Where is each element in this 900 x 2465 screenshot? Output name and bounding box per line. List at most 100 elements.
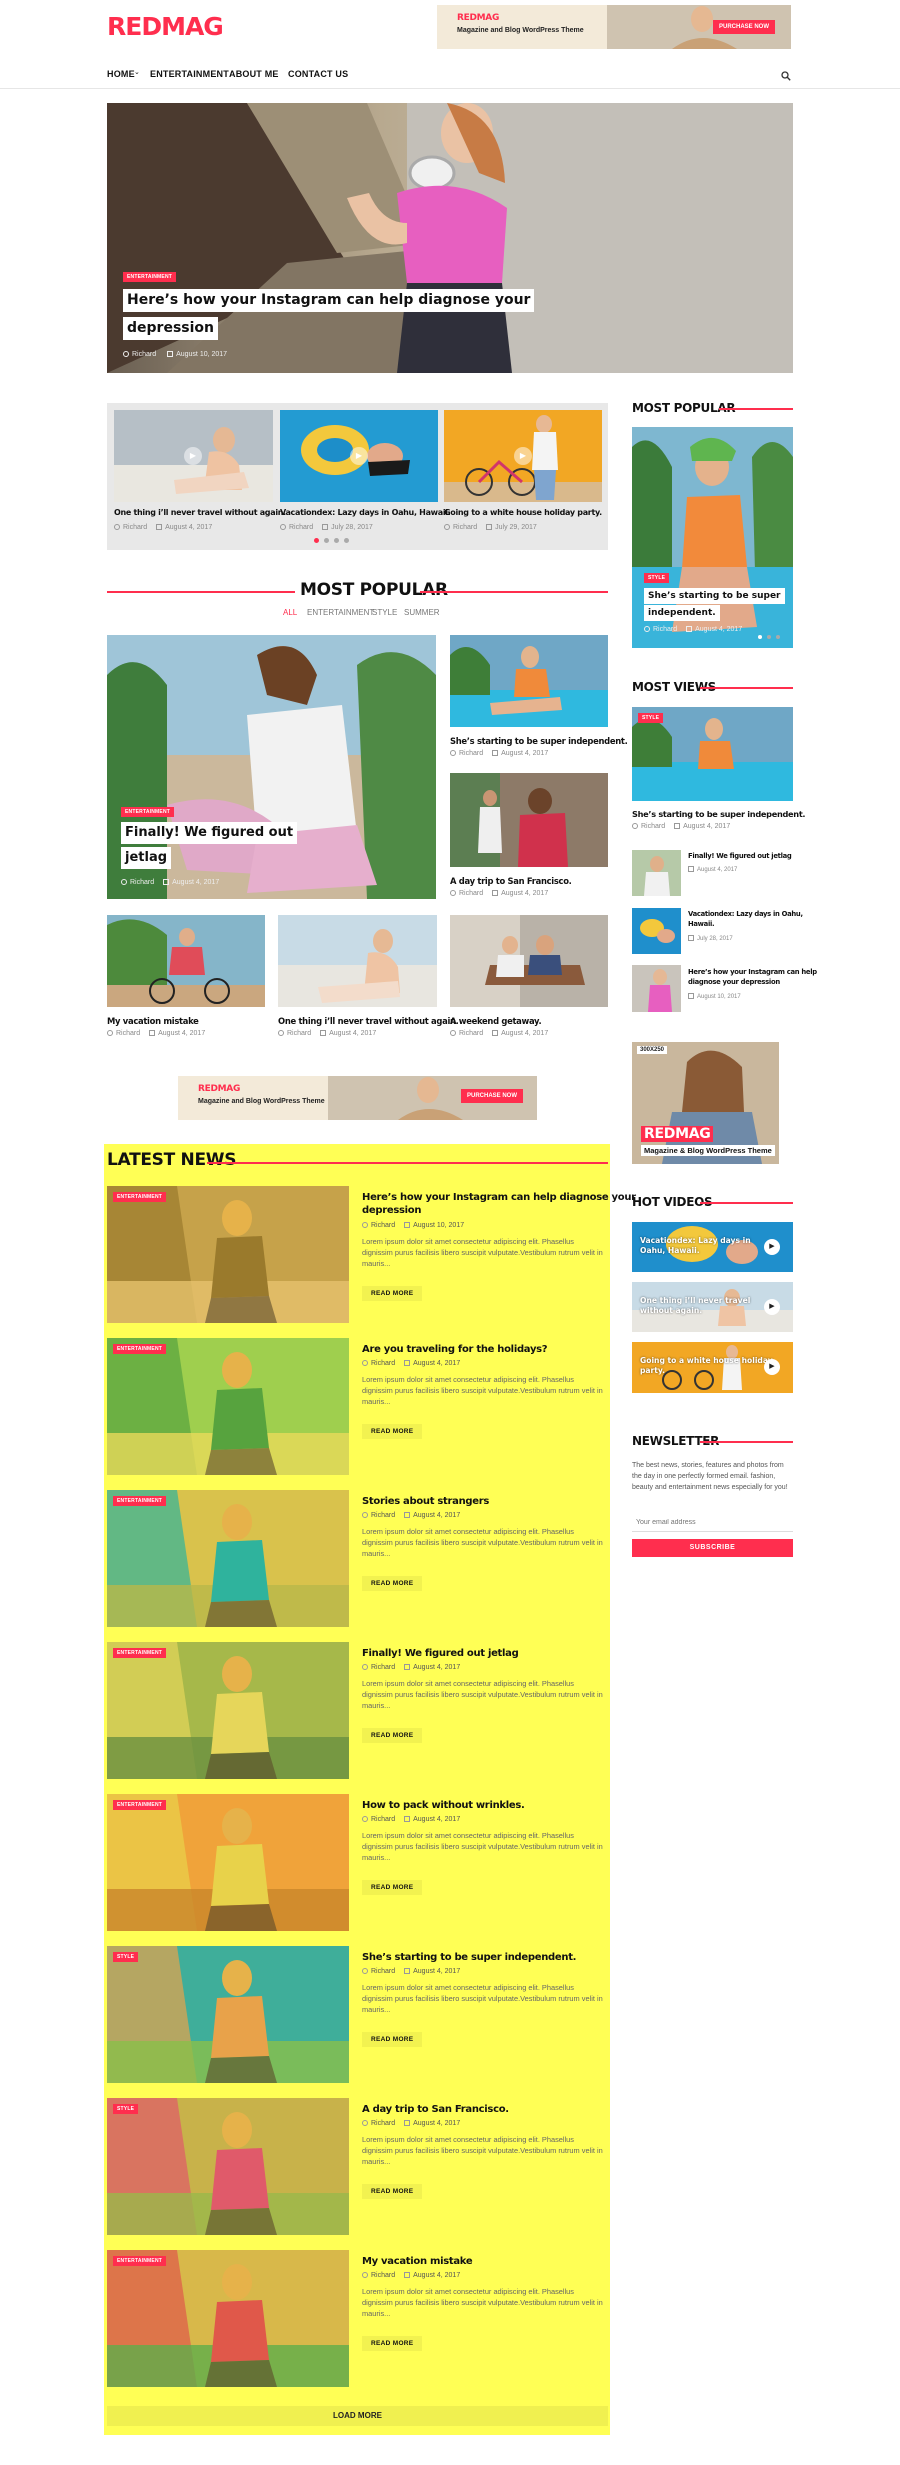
sidebar-ad[interactable]: 300X250 REDMAG Magazine & Blog WordPress… xyxy=(632,1042,779,1164)
sidebar-views-big-title[interactable]: She’s starting to be super independent. xyxy=(632,808,806,820)
header-ad-banner[interactable]: REDMAG Magazine and Blog WordPress Theme… xyxy=(437,5,791,49)
author[interactable]: Richard xyxy=(641,823,665,830)
popular-image-1[interactable] xyxy=(450,635,608,727)
sidebar-popular-title-line1[interactable]: She’s starting to be super xyxy=(644,588,785,605)
hero-badge[interactable]: ENTERTAINMENT xyxy=(123,272,177,282)
slider-image-3[interactable]: ▶ xyxy=(444,410,602,502)
nav-home[interactable]: HOME xyxy=(107,69,135,79)
popular-big-badge[interactable]: ENTERTAINMENT xyxy=(121,807,175,817)
latest-news-title[interactable]: A day trip to San Francisco. xyxy=(362,2103,509,2116)
tab-summer[interactable]: SUMMER xyxy=(404,608,440,617)
hero-title-line2[interactable]: depression xyxy=(123,317,218,340)
sidebar-views-title-2b[interactable]: Hawaii. xyxy=(688,919,715,929)
newsletter-email-input[interactable] xyxy=(632,1514,793,1532)
read-more-button[interactable]: READ MORE xyxy=(362,1424,423,1439)
sidebar-views-thumb-1[interactable] xyxy=(632,850,681,896)
slider-image-2[interactable]: ▶ xyxy=(280,410,438,502)
hero-author[interactable]: Richard xyxy=(132,351,156,358)
play-icon[interactable]: ▶ xyxy=(184,447,202,465)
slider-title-1[interactable]: One thing i’ll never travel without agai… xyxy=(114,507,286,519)
video-title-line2[interactable]: without again. xyxy=(640,1306,702,1316)
read-more-button[interactable]: READ MORE xyxy=(362,1576,423,1591)
latest-news-badge[interactable]: ENTERTAINMENT xyxy=(113,1800,167,1810)
play-icon[interactable]: ▶ xyxy=(764,1299,780,1315)
author[interactable]: Richard xyxy=(287,1030,311,1037)
latest-news-image[interactable]: ENTERTAINMENT xyxy=(107,1794,349,1931)
latest-news-title[interactable]: Here’s how your Instagram can help diagn… xyxy=(362,1191,636,1204)
video-title[interactable]: Going to a white house holiday xyxy=(640,1356,773,1366)
slider-title-3[interactable]: Going to a white house holiday party. xyxy=(444,507,602,519)
author[interactable]: Richard xyxy=(123,524,147,531)
popular-big-title-line1[interactable]: Finally! We figured out xyxy=(121,822,298,844)
author[interactable]: Richard xyxy=(371,1968,395,1975)
author[interactable]: Richard xyxy=(453,524,477,531)
popular-image-3[interactable] xyxy=(107,915,265,1007)
slider-image-1[interactable]: ▶ xyxy=(114,410,273,502)
latest-news-badge[interactable]: ENTERTAINMENT xyxy=(113,1192,167,1202)
slider-title-2[interactable]: Vacationdex: Lazy days in Oahu, Hawaii. xyxy=(280,507,451,519)
latest-news-image[interactable]: ENTERTAINMENT xyxy=(107,1490,349,1627)
latest-news-badge[interactable]: ENTERTAINMENT xyxy=(113,2256,167,2266)
popular-title-4[interactable]: One thing i’ll never travel without agai… xyxy=(278,1015,459,1027)
popular-title-2[interactable]: A day trip to San Francisco. xyxy=(450,875,572,887)
video-title-line2[interactable]: Oahu, Hawaii. xyxy=(640,1246,700,1256)
latest-news-title-line2[interactable]: depression xyxy=(362,1204,421,1217)
author[interactable]: Richard xyxy=(371,1664,395,1671)
site-logo[interactable]: REDMAG xyxy=(107,12,224,41)
dot-active[interactable] xyxy=(758,635,762,639)
popular-title-3[interactable]: My vacation mistake xyxy=(107,1015,199,1027)
popular-image-4[interactable] xyxy=(278,915,437,1007)
author[interactable]: Richard xyxy=(459,890,483,897)
author[interactable]: Richard xyxy=(371,1512,395,1519)
video-title-line2[interactable]: party. xyxy=(640,1366,665,1376)
author[interactable]: Richard xyxy=(371,2120,395,2127)
tab-style[interactable]: STYLE xyxy=(372,608,397,617)
sidebar-views-title-2a[interactable]: Vacationdex: Lazy days in Oahu, xyxy=(688,909,803,919)
slider-dot-active[interactable] xyxy=(314,538,319,543)
latest-news-badge[interactable]: ENTERTAINMENT xyxy=(113,1344,167,1354)
sidebar-views-badge[interactable]: STYLE xyxy=(638,713,664,723)
popular-image-5[interactable] xyxy=(450,915,608,1007)
search-icon[interactable] xyxy=(781,68,791,81)
sidebar-views-title-3b[interactable]: diagnose your depression xyxy=(688,977,780,987)
latest-news-title[interactable]: She’s starting to be super independent. xyxy=(362,1951,576,1964)
latest-news-image[interactable]: ENTERTAINMENT xyxy=(107,1186,349,1323)
nav-about-me[interactable]: ABOUT ME xyxy=(229,69,279,79)
read-more-button[interactable]: READ MORE xyxy=(362,2032,423,2047)
popular-image-2[interactable] xyxy=(450,773,608,867)
tab-entertainment[interactable]: ENTERTAINMENT xyxy=(307,608,374,617)
header-ad-button[interactable]: PURCHASE NOW xyxy=(713,20,776,34)
sidebar-views-title-3a[interactable]: Here’s how your Instagram can help xyxy=(688,967,817,977)
latest-news-title[interactable]: Are you traveling for the holidays? xyxy=(362,1343,548,1356)
read-more-button[interactable]: READ MORE xyxy=(362,2336,423,2351)
latest-news-image[interactable]: ENTERTAINMENT xyxy=(107,1642,349,1779)
dot[interactable] xyxy=(776,635,780,639)
sidebar-views-title-1[interactable]: Finally! We figured out jetlag xyxy=(688,851,792,861)
author[interactable]: Richard xyxy=(459,750,483,757)
sidebar-views-big-image[interactable]: STYLE xyxy=(632,707,793,801)
popular-big-title-line2[interactable]: jetlag xyxy=(121,847,172,869)
video-title[interactable]: Vacationdex: Lazy days in xyxy=(640,1236,751,1246)
latest-news-image[interactable]: STYLE xyxy=(107,1946,349,2083)
read-more-button[interactable]: READ MORE xyxy=(362,1728,423,1743)
mid-ad-banner[interactable]: REDMAG Magazine and Blog WordPress Theme… xyxy=(178,1076,537,1120)
popular-title-1[interactable]: She’s starting to be super independent. xyxy=(450,735,628,747)
read-more-button[interactable]: READ MORE xyxy=(362,1880,423,1895)
popular-big-image[interactable]: ENTERTAINMENT Finally! We figured out je… xyxy=(107,635,436,899)
latest-news-title[interactable]: How to pack without wrinkles. xyxy=(362,1799,525,1812)
subscribe-button[interactable]: SUBSCRIBE xyxy=(632,1539,793,1557)
author[interactable]: Richard xyxy=(653,626,677,633)
play-icon[interactable]: ▶ xyxy=(764,1359,780,1375)
nav-contact-us[interactable]: CONTACT US xyxy=(288,69,348,79)
author[interactable]: Richard xyxy=(116,1030,140,1037)
hero-title-line1[interactable]: Here’s how your Instagram can help diagn… xyxy=(123,289,535,312)
author[interactable]: Richard xyxy=(371,1360,395,1367)
latest-news-image[interactable]: STYLE xyxy=(107,2098,349,2235)
author[interactable]: Richard xyxy=(371,2272,395,2279)
latest-news-badge[interactable]: STYLE xyxy=(113,2104,139,2114)
author[interactable]: Richard xyxy=(130,879,154,886)
load-more-button[interactable]: LOAD MORE xyxy=(107,2406,608,2426)
latest-news-badge[interactable]: ENTERTAINMENT xyxy=(113,1648,167,1658)
tab-all[interactable]: ALL xyxy=(283,608,297,617)
sidebar-popular-title-line2[interactable]: independent. xyxy=(644,605,720,622)
